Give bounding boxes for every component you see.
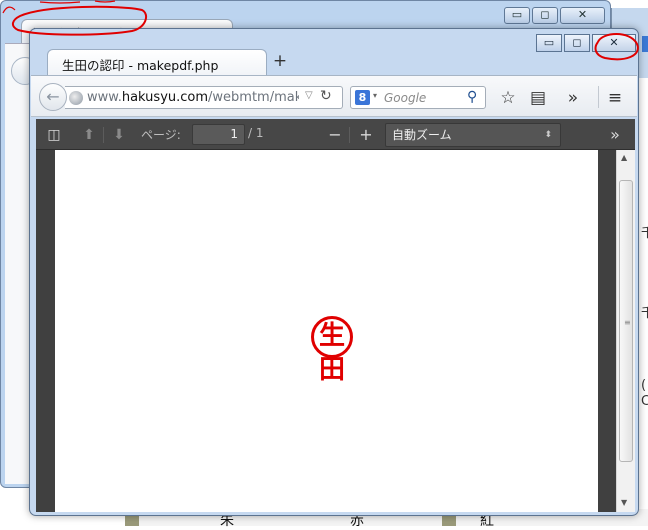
page-total: / 1 bbox=[248, 126, 264, 140]
bookmarks-menu-icon[interactable]: ▤ bbox=[526, 86, 550, 110]
navigation-bar: www.hakusyu.com/webmtm/makepdf.php ▽ ↻ ←… bbox=[31, 75, 637, 117]
url-text[interactable]: www.hakusyu.com/webmtm/makepdf.php bbox=[87, 90, 299, 105]
background-edge-char: C bbox=[641, 394, 648, 409]
page-number-input[interactable]: 1 bbox=[192, 124, 245, 145]
scroll-up-icon[interactable]: ▲ bbox=[621, 153, 627, 162]
search-icon[interactable]: ⚲ bbox=[467, 89, 477, 105]
search-placeholder: Google bbox=[384, 91, 427, 105]
scrollbar-thumb[interactable]: ≡ bbox=[619, 180, 633, 462]
zoom-value: 自動ズーム bbox=[392, 128, 452, 142]
google-icon bbox=[642, 36, 648, 52]
tab-makepdf[interactable]: 生田の認印 - makepdf.php bbox=[47, 49, 267, 75]
tab-title: 生田の認印 - makepdf.php bbox=[62, 58, 219, 73]
zoom-out-button[interactable]: − bbox=[325, 125, 345, 145]
url-bar[interactable]: www.hakusyu.com/webmtm/makepdf.php ▽ ↻ bbox=[65, 86, 343, 109]
pdf-toolbar: ◫ ⬆ ⬇ ページ: 1 / 1 − + 自動ズーム ⬍ » bbox=[36, 119, 635, 150]
minimize-button[interactable]: ▭ bbox=[536, 34, 562, 52]
back-minimize-button[interactable]: ▭ bbox=[504, 7, 530, 24]
globe-icon bbox=[69, 91, 83, 105]
pdf-page: 生田 bbox=[55, 150, 598, 512]
new-tab-button[interactable]: + bbox=[271, 51, 289, 71]
page-label: ページ: bbox=[141, 128, 181, 142]
background-edge-char: 千 bbox=[641, 226, 648, 241]
overflow-chevron-icon[interactable]: » bbox=[561, 86, 585, 110]
background-edge-char: ( bbox=[641, 378, 647, 393]
toolbar-separator bbox=[598, 86, 599, 108]
main-browser-window[interactable]: ▭ ◻ ✕ 生田の認印 - makepdf.php + www.hakusyu.… bbox=[29, 28, 639, 516]
seal-stamp: 生田 bbox=[311, 316, 353, 385]
search-engine-icon[interactable]: 8 bbox=[355, 90, 370, 105]
tools-menu-button[interactable]: » bbox=[604, 125, 626, 145]
close-button[interactable]: ✕ bbox=[592, 34, 636, 52]
back-arrow-icon: ← bbox=[46, 87, 60, 106]
scroll-down-icon[interactable]: ▼ bbox=[621, 498, 627, 507]
zoom-select[interactable]: 自動ズーム ⬍ bbox=[385, 123, 561, 147]
search-engine-dropdown-icon[interactable]: ▾ bbox=[373, 91, 377, 100]
url-dropdown-icon[interactable]: ▽ bbox=[305, 90, 313, 101]
sidebar-toggle-icon[interactable]: ◫ bbox=[44, 125, 64, 145]
background-edge-char: 千 bbox=[641, 306, 648, 321]
back-close-button[interactable]: ✕ bbox=[560, 7, 605, 24]
next-page-icon[interactable]: ⬇ bbox=[110, 125, 128, 145]
back-maximize-button[interactable]: ◻ bbox=[532, 7, 558, 24]
menu-icon[interactable]: ≡ bbox=[603, 86, 627, 110]
search-bar[interactable]: 8 ▾ Google ⚲ bbox=[350, 86, 486, 109]
vertical-scrollbar[interactable]: ▲ ≡ ▼ bbox=[616, 150, 635, 512]
pdf-viewer[interactable]: 生田 bbox=[36, 150, 616, 512]
zoom-dropdown-icon: ⬍ bbox=[544, 130, 552, 140]
toolbar-divider bbox=[349, 127, 350, 143]
scroll-grip-icon: ≡ bbox=[624, 318, 631, 327]
zoom-in-button[interactable]: + bbox=[356, 125, 376, 145]
previous-page-icon[interactable]: ⬆ bbox=[80, 125, 98, 145]
reload-icon[interactable]: ↻ bbox=[320, 88, 332, 104]
back-button[interactable]: ← bbox=[39, 83, 67, 111]
toolbar-divider bbox=[103, 127, 104, 143]
maximize-button[interactable]: ◻ bbox=[564, 34, 590, 52]
bookmark-star-icon[interactable]: ☆ bbox=[496, 86, 520, 110]
